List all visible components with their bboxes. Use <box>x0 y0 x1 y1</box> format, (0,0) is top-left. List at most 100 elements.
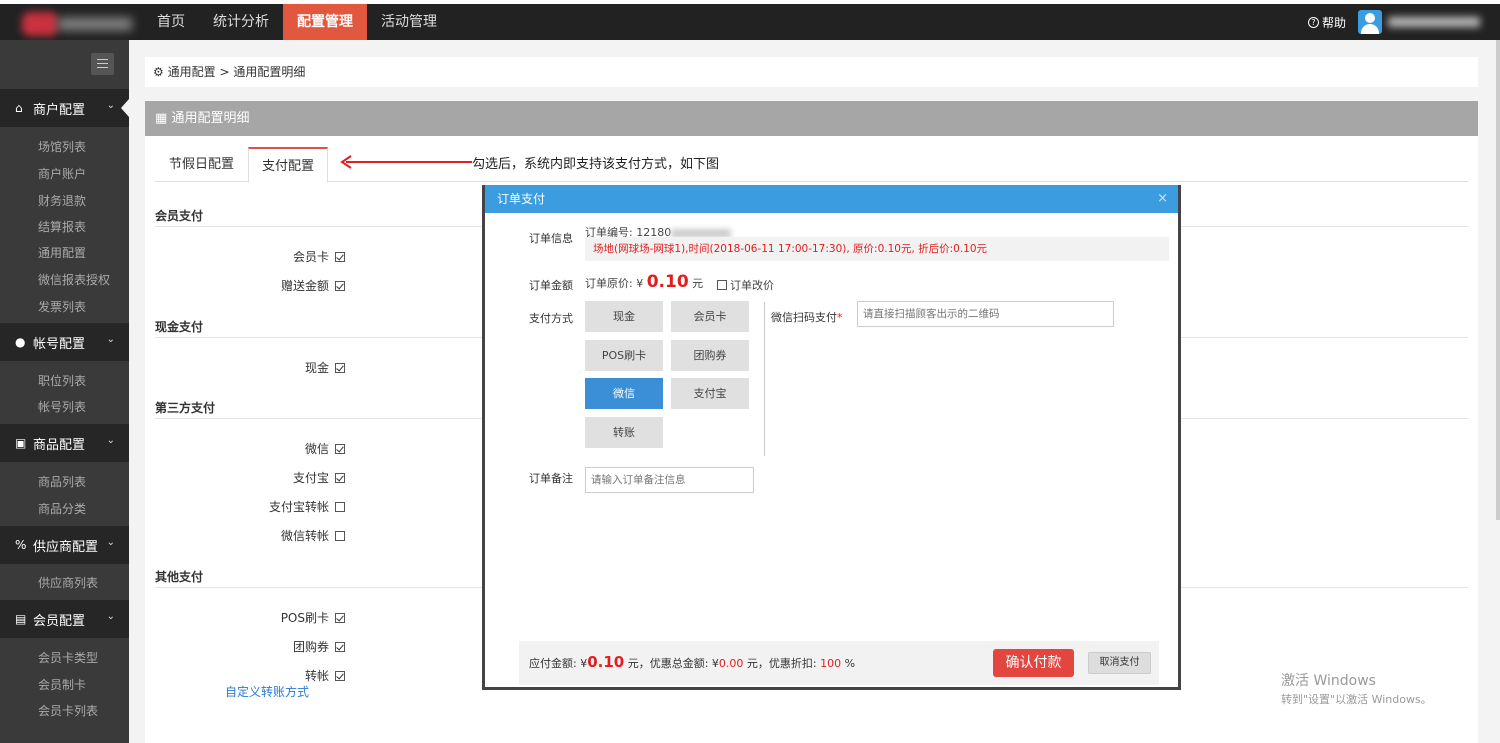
checkbox-member-card[interactable]: 会员卡 <box>235 248 345 265</box>
order-detail: 场地(网球场-网球1),时间(2018-06-11 17:00-17:30), … <box>585 237 1169 261</box>
sidebar-group-member[interactable]: ▤ 会员配置 ⌄ <box>0 600 129 638</box>
breadcrumb: ⚙ 通用配置 > 通用配置明细 <box>145 57 1478 87</box>
payable-amount: 0.10 <box>587 653 625 671</box>
checkbox-icon[interactable] <box>717 280 727 290</box>
section-other-pay: 其他支付 <box>155 570 204 584</box>
check-icon[interactable] <box>335 473 345 483</box>
scrollbar[interactable] <box>1496 40 1500 520</box>
close-icon[interactable]: × <box>1157 185 1168 213</box>
check-icon[interactable] <box>335 444 345 454</box>
sidebar-item-invoice[interactable]: 发票列表 <box>38 298 86 315</box>
brand-logo[interactable] <box>14 10 132 38</box>
sidebar-group-goods[interactable]: ▣ 商品配置 ⌄ <box>0 424 129 462</box>
breadcrumb-current: 通用配置明细 <box>233 65 306 79</box>
gear-icon: ⚙ <box>153 65 164 79</box>
checkbox-icon[interactable] <box>335 502 345 512</box>
pay-method-pos[interactable]: POS刷卡 <box>585 340 663 371</box>
original-price: 订单原价: ¥ 0.10 元 <box>585 272 704 292</box>
sidebar-group-label: 商品配置 <box>33 437 86 453</box>
modal-title: 订单支付 <box>497 192 546 206</box>
checkbox-icon[interactable] <box>335 531 345 541</box>
modal-footer: 应付金额: ¥0.10 元，优惠总金额: ¥0.00 元，优惠折扣: 100 %… <box>519 641 1159 685</box>
section-member-pay: 会员支付 <box>155 209 204 223</box>
sidebar-item-goods-category[interactable]: 商品分类 <box>38 500 86 517</box>
nav-statistics[interactable]: 统计分析 <box>199 4 283 40</box>
change-price-checkbox[interactable]: 订单改价 <box>717 277 774 293</box>
sidebar-toggle-button[interactable] <box>91 53 114 75</box>
discount-rate: 100 <box>820 657 842 670</box>
check-icon[interactable] <box>335 671 345 681</box>
sidebar-group-supplier[interactable]: % 供应商配置 ⌄ <box>0 526 129 564</box>
breadcrumb-home[interactable]: 通用配置 <box>168 65 216 79</box>
pay-method-wechat[interactable]: 微信 <box>585 378 663 409</box>
check-icon[interactable] <box>335 363 345 373</box>
chevron-down-icon: ⌄ <box>106 435 115 446</box>
checkbox-transfer[interactable]: 转帐 <box>235 667 345 684</box>
nav-activity-management[interactable]: 活动管理 <box>367 4 451 40</box>
pay-method-alipay[interactable]: 支付宝 <box>671 378 749 409</box>
sidebar-group-merchant[interactable]: ⌂ 商户配置 ⌄ <box>0 89 129 127</box>
remark-input[interactable] <box>585 467 754 493</box>
user-icon: ● <box>15 335 26 349</box>
check-icon[interactable] <box>335 642 345 652</box>
sidebar-item-wechat-auth[interactable]: 微信报表授权 <box>38 271 110 288</box>
section-third-party-pay: 第三方支付 <box>155 401 216 415</box>
avatar[interactable] <box>1358 10 1382 34</box>
sidebar-item-venue-list[interactable]: 场馆列表 <box>38 138 86 155</box>
pay-method-transfer[interactable]: 转账 <box>585 417 663 448</box>
section-cash-pay: 现金支付 <box>155 320 204 334</box>
sidebar-item-card-types[interactable]: 会员卡类型 <box>38 649 98 666</box>
wechat-scan-input[interactable] <box>857 301 1114 327</box>
card-icon: ▤ <box>15 612 27 626</box>
custom-transfer-link[interactable]: 自定义转账方式 <box>225 683 309 700</box>
sidebar-item-settlement[interactable]: 结算报表 <box>38 218 86 235</box>
username-redacted[interactable] <box>1388 17 1480 27</box>
tab-payment-config[interactable]: 支付配置 <box>248 147 329 183</box>
sidebar: ⌂ 商户配置 ⌄ 场馆列表 商户账户 财务退款 结算报表 通用配置 微信报表授权… <box>0 40 129 743</box>
help-link[interactable]: 帮助 <box>1322 14 1346 31</box>
modal-header: 订单支付 × <box>485 185 1178 213</box>
panel-title: 通用配置明细 <box>171 111 250 126</box>
nav-home[interactable]: 首页 <box>143 4 199 40</box>
windows-activation-watermark: 激活 Windows <box>1281 673 1376 689</box>
sidebar-item-accounts[interactable]: 帐号列表 <box>38 398 86 415</box>
sidebar-item-goods-list[interactable]: 商品列表 <box>38 473 86 490</box>
annotation-text: 勾选后，系统内即支持该支付方式，如下图 <box>472 157 720 172</box>
check-icon[interactable] <box>335 252 345 262</box>
pay-method-group-coupon[interactable]: 团购券 <box>671 340 749 371</box>
chevron-down-icon: ⌄ <box>106 334 115 345</box>
sidebar-item-refund[interactable]: 财务退款 <box>38 192 86 209</box>
check-icon[interactable] <box>335 613 345 623</box>
sidebar-item-merchant-account[interactable]: 商户账户 <box>38 165 86 182</box>
sidebar-item-card-list[interactable]: 会员卡列表 <box>38 702 98 719</box>
chevron-down-icon: ⌄ <box>106 537 115 548</box>
checkbox-wechat[interactable]: 微信 <box>235 440 345 457</box>
panel-header: ▦ 通用配置明细 <box>145 101 1478 136</box>
sidebar-item-positions[interactable]: 职位列表 <box>38 372 86 389</box>
annotation-arrow-icon <box>340 155 472 169</box>
checkbox-alipay[interactable]: 支付宝 <box>235 469 345 486</box>
confirm-payment-button[interactable]: 确认付款 <box>993 649 1074 677</box>
amount-label: 订单金额 <box>529 279 573 292</box>
pay-method-member-card[interactable]: 会员卡 <box>671 301 749 332</box>
checkbox-gift-amount[interactable]: 赠送金额 <box>235 277 345 294</box>
tab-holiday-config[interactable]: 节假日配置 <box>156 147 247 183</box>
remark-label: 订单备注 <box>529 472 573 485</box>
sidebar-group-account[interactable]: ● 帐号配置 ⌄ <box>0 323 129 361</box>
check-icon[interactable] <box>335 281 345 291</box>
divider <box>764 302 765 456</box>
checkbox-alipay-transfer[interactable]: 支付宝转帐 <box>235 498 345 515</box>
discount-total: 0.00 <box>718 657 744 670</box>
sidebar-item-general-config[interactable]: 通用配置 <box>38 244 86 261</box>
pay-method-cash[interactable]: 现金 <box>585 301 663 332</box>
top-nav: 首页 统计分析 配置管理 活动管理 <box>143 4 451 40</box>
table-icon: ▦ <box>155 111 168 126</box>
sidebar-item-supplier-list[interactable]: 供应商列表 <box>38 574 98 591</box>
nav-config-management[interactable]: 配置管理 <box>283 4 367 40</box>
checkbox-wechat-transfer[interactable]: 微信转帐 <box>235 527 345 544</box>
cancel-payment-button[interactable]: 取消支付 <box>1088 652 1151 674</box>
checkbox-pos[interactable]: POS刷卡 <box>235 609 345 626</box>
checkbox-group-coupon[interactable]: 团购券 <box>235 638 345 655</box>
sidebar-item-card-making[interactable]: 会员制卡 <box>38 676 86 693</box>
checkbox-cash[interactable]: 现金 <box>235 359 345 376</box>
